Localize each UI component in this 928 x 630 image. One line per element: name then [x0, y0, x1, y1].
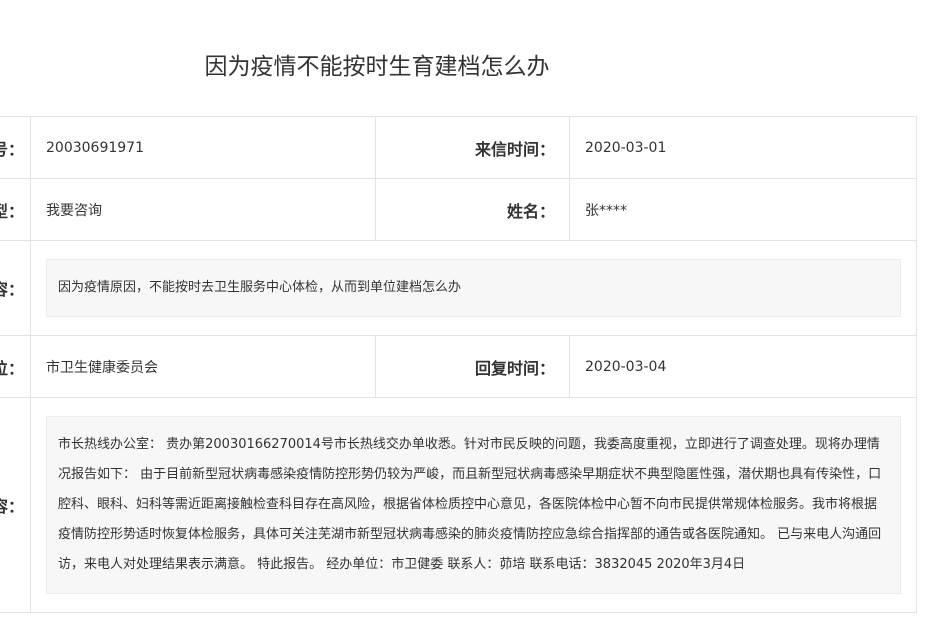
- field-label: 号：: [0, 117, 31, 178]
- field-value: 张****: [585, 202, 627, 219]
- page-title: 因为疫情不能按时生育建档怎么办: [204, 54, 550, 80]
- table-row: 容： 市长热线办公室： 贵办第20030166270014号市长热线交办单收悉。…: [0, 398, 916, 613]
- table-row: 容： 因为疫情原因，不能按时去卫生服务中心体检，从而到单位建档怎么办: [0, 241, 916, 336]
- content-cell: 因为疫情原因，不能按时去卫生服务中心体检，从而到单位建档怎么办: [31, 241, 916, 335]
- field-value: 2020-03-01: [585, 139, 667, 156]
- field-label: 型：: [0, 179, 31, 240]
- field-value: 2020-03-04: [585, 358, 667, 375]
- field-label: 来信时间：: [376, 117, 570, 178]
- detail-table: 号： 20030691971 来信时间： 2020-03-01 型： 我要咨询 …: [0, 116, 917, 613]
- field-value: 我要咨询: [31, 179, 376, 240]
- field-value: 市卫生健康委员会: [31, 336, 376, 397]
- question-content: 因为疫情原因，不能按时去卫生服务中心体检，从而到单位建档怎么办: [46, 259, 901, 317]
- reply-content: 市长热线办公室： 贵办第20030166270014号市长热线交办单收悉。针对市…: [46, 416, 901, 594]
- table-row: 型： 我要咨询 姓名： 张****: [0, 179, 916, 241]
- field-label: 姓名：: [376, 179, 570, 240]
- content-cell: 市长热线办公室： 贵办第20030166270014号市长热线交办单收悉。针对市…: [31, 398, 916, 612]
- table-row: 号： 20030691971 来信时间： 2020-03-01: [0, 117, 916, 179]
- field-label: 容：: [0, 398, 31, 612]
- field-label: 位：: [0, 336, 31, 397]
- field-label: 回复时间：: [376, 336, 570, 397]
- table-row: 位： 市卫生健康委员会 回复时间： 2020-03-04: [0, 336, 916, 398]
- field-label: 容：: [0, 241, 31, 335]
- field-value: 20030691971: [31, 117, 376, 178]
